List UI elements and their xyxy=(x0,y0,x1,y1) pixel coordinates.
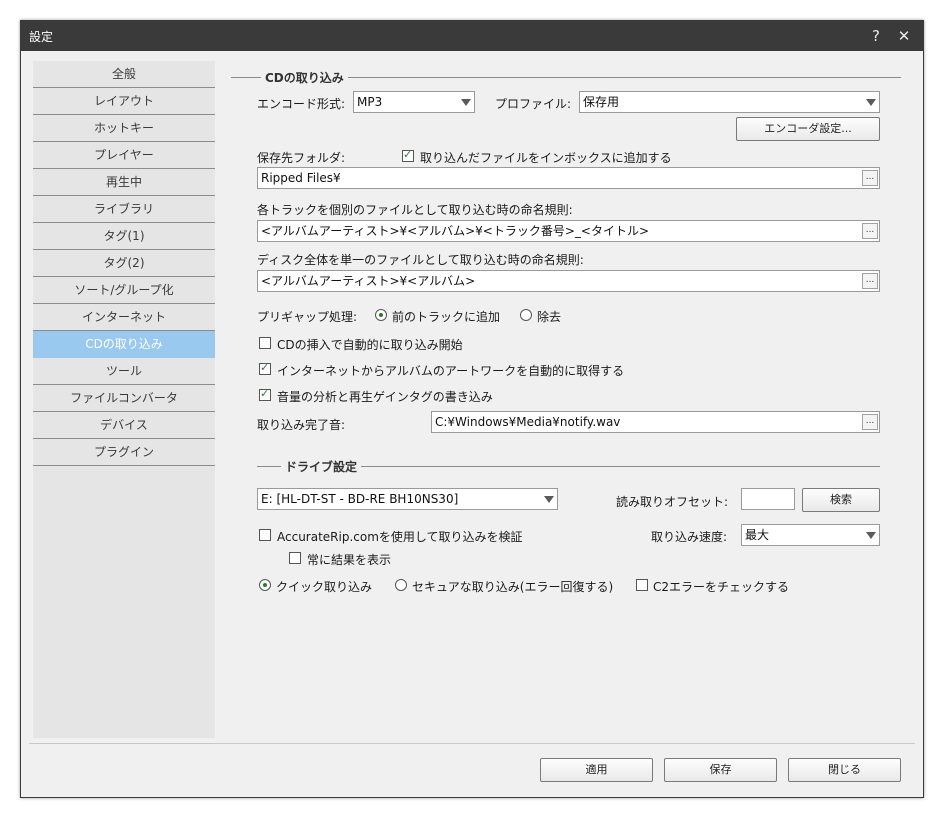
secure-rip-radio[interactable] xyxy=(395,579,407,591)
sidebar-item-file-converter[interactable]: ファイルコンバータ xyxy=(33,385,215,412)
add-to-inbox-label: 取り込んだファイルをインボックスに追加する xyxy=(420,151,672,165)
dialog-title: 設定 xyxy=(29,30,54,44)
accuraterip-label: AccurateRip.comを使用して取り込みを検証 xyxy=(277,530,523,544)
c2-error-label: C2エラーをチェックする xyxy=(653,580,790,594)
cd-rip-settings-panel: CDの取り込み エンコード形式: MP3 プロファイル: 保存用 エンコーダ設定… xyxy=(215,61,915,738)
rip-speed-value: 最大 xyxy=(745,528,770,542)
add-to-inbox-checkbox[interactable] xyxy=(402,148,414,162)
chevron-down-icon xyxy=(461,99,471,106)
sidebar-item-layout[interactable]: レイアウト xyxy=(33,88,215,115)
close-button[interactable]: 閉じる xyxy=(788,758,901,782)
chevron-down-icon xyxy=(866,99,876,106)
sidebar-item-general[interactable]: 全般 xyxy=(33,61,215,88)
chevron-down-icon xyxy=(866,532,876,539)
secure-rip-label: セキュアな取り込み(エラー回復する) xyxy=(412,580,614,594)
settings-dialog: 設定 ? ✕ 全般 レイアウト ホットキー プレイヤー 再生中 ライブラリ タグ… xyxy=(20,20,924,798)
close-icon[interactable]: ✕ xyxy=(893,25,915,47)
encode-format-value: MP3 xyxy=(357,95,383,109)
sidebar-item-library[interactable]: ライブラリ xyxy=(33,196,215,223)
track-naming-edit-button[interactable]: ... xyxy=(862,223,878,239)
sidebar-item-tools[interactable]: ツール xyxy=(33,358,215,385)
save-folder-value: Ripped Files¥ xyxy=(261,171,341,185)
pregap-add-radio[interactable] xyxy=(375,309,387,321)
sidebar-item-tags-1[interactable]: タグ(1) xyxy=(33,223,215,250)
profile-select[interactable]: 保存用 xyxy=(579,91,880,113)
complete-sound-field[interactable]: C:¥Windows¥Media¥notify.wav ... xyxy=(431,411,880,433)
complete-sound-label: 取り込み完了音: xyxy=(257,418,346,432)
cd-rip-group-title: CDの取り込み xyxy=(261,69,348,86)
quick-rip-radio[interactable] xyxy=(259,579,271,591)
encoder-settings-button[interactable]: エンコーダ設定... xyxy=(736,117,880,141)
sidebar-item-hotkeys[interactable]: ホットキー xyxy=(33,115,215,142)
always-show-results-label: 常に結果を表示 xyxy=(307,553,392,567)
sidebar-item-internet[interactable]: インターネット xyxy=(33,304,215,331)
footer-divider xyxy=(29,743,915,744)
sidebar-item-tags-2[interactable]: タグ(2) xyxy=(33,250,215,277)
disc-naming-edit-button[interactable]: ... xyxy=(862,273,878,289)
sidebar-item-now-playing[interactable]: 再生中 xyxy=(33,169,215,196)
track-naming-field[interactable]: <アルバムアーティスト>¥<アルバム>¥<トラック番号>_<タイトル> ... xyxy=(257,220,880,242)
profile-value: 保存用 xyxy=(583,95,620,109)
track-naming-label: 各トラックを個別のファイルとして取り込む時の命名規則: xyxy=(257,203,573,217)
help-icon[interactable]: ? xyxy=(865,25,887,47)
sidebar-item-cd-rip[interactable]: CDの取り込み xyxy=(33,331,215,358)
disc-naming-field[interactable]: <アルバムアーティスト>¥<アルバム> ... xyxy=(257,270,880,292)
auto-start-checkbox[interactable] xyxy=(259,337,271,349)
complete-sound-value: C:¥Windows¥Media¥notify.wav xyxy=(435,415,621,429)
title-bar[interactable]: 設定 ? ✕ xyxy=(21,21,923,51)
save-button[interactable]: 保存 xyxy=(664,758,777,782)
chevron-down-icon xyxy=(544,496,554,503)
artwork-checkbox[interactable] xyxy=(259,361,271,375)
c2-error-checkbox[interactable] xyxy=(636,579,648,591)
artwork-label: インターネットからアルバムのアートワークを自動的に取得する xyxy=(277,364,625,378)
drive-select[interactable]: E: [HL-DT-ST - BD-RE BH10NS30] xyxy=(257,488,558,510)
replaygain-label: 音量の分析と再生ゲインタグの書き込み xyxy=(277,390,493,404)
sidebar-item-sort-group[interactable]: ソート/グループ化 xyxy=(33,277,215,304)
detect-offset-button[interactable]: 検索 xyxy=(802,488,880,512)
profile-label: プロファイル: xyxy=(495,97,572,111)
read-offset-label: 読み取りオフセット: xyxy=(616,495,729,509)
pregap-label: プリギャップ処理: xyxy=(257,310,358,324)
read-offset-input[interactable] xyxy=(741,488,795,510)
pregap-remove-radio[interactable] xyxy=(520,309,532,321)
rip-speed-label: 取り込み速度: xyxy=(651,530,728,544)
track-naming-value: <アルバムアーティスト>¥<アルバム>¥<トラック番号>_<タイトル> xyxy=(261,224,650,238)
drive-group-title: ドライブ設定 xyxy=(281,458,362,475)
accuraterip-checkbox[interactable] xyxy=(259,529,271,541)
always-show-results-checkbox[interactable] xyxy=(289,552,301,564)
auto-start-label: CDの挿入で自動的に取り込み開始 xyxy=(277,338,463,352)
drive-value: E: [HL-DT-ST - BD-RE BH10NS30] xyxy=(261,492,459,506)
encode-format-label: エンコード形式: xyxy=(257,97,346,111)
save-folder-label: 保存先フォルダ: xyxy=(257,151,346,165)
pregap-remove-label: 除去 xyxy=(537,310,562,324)
encode-format-select[interactable]: MP3 xyxy=(353,91,475,113)
browse-sound-button[interactable]: ... xyxy=(862,414,878,430)
replaygain-checkbox[interactable] xyxy=(259,387,271,401)
disc-naming-label: ディスク全体を単一のファイルとして取り込む時の命名規則: xyxy=(257,253,584,267)
sidebar-item-devices[interactable]: デバイス xyxy=(33,412,215,439)
apply-button[interactable]: 適用 xyxy=(540,758,653,782)
settings-category-list: 全般 レイアウト ホットキー プレイヤー 再生中 ライブラリ タグ(1) タグ(… xyxy=(33,61,215,738)
sidebar-item-player[interactable]: プレイヤー xyxy=(33,142,215,169)
quick-rip-label: クイック取り込み xyxy=(276,580,373,594)
disc-naming-value: <アルバムアーティスト>¥<アルバム> xyxy=(261,274,476,288)
browse-folder-button[interactable]: ... xyxy=(862,170,878,186)
sidebar-item-plugins[interactable]: プラグイン xyxy=(33,439,215,466)
save-folder-field[interactable]: Ripped Files¥ ... xyxy=(257,167,880,189)
rip-speed-select[interactable]: 最大 xyxy=(741,524,880,546)
pregap-add-label: 前のトラックに追加 xyxy=(392,310,501,324)
